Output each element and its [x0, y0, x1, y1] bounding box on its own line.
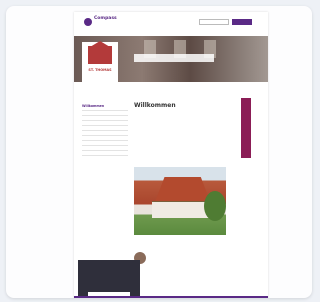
website-page: Compass ST. THOMAS Willkommen Willkommen [74, 12, 268, 298]
sub-navigation [74, 82, 268, 94]
site-header: Compass [74, 12, 268, 34]
logo-line-2: Compass [94, 16, 117, 21]
page-title: Willkommen [134, 102, 176, 109]
main-content: Willkommen [134, 102, 244, 113]
search-button[interactable] [232, 19, 252, 25]
sidebar-item-willkommen[interactable]: Willkommen [82, 102, 128, 111]
hero-banner: ST. THOMAS [74, 36, 268, 82]
church-logo-name: ST. THOMAS [88, 68, 112, 72]
church-icon [88, 41, 112, 64]
logo-icon[interactable] [84, 18, 92, 26]
church-wall [152, 201, 210, 218]
sidebar-item[interactable] [82, 151, 128, 156]
side-tab[interactable] [241, 98, 251, 158]
hero-banner-text [134, 54, 214, 62]
sidebar-nav: Willkommen [82, 102, 128, 156]
church-logo: ST. THOMAS [82, 41, 118, 82]
search-input[interactable] [199, 19, 229, 25]
site-logo[interactable]: Compass [94, 16, 117, 21]
tree [204, 191, 226, 221]
cookie-text [78, 260, 140, 266]
preview-card: Compass ST. THOMAS Willkommen Willkommen [6, 6, 312, 298]
site-footer [74, 296, 268, 298]
cookie-banner [78, 260, 140, 298]
church-photo [134, 167, 226, 235]
